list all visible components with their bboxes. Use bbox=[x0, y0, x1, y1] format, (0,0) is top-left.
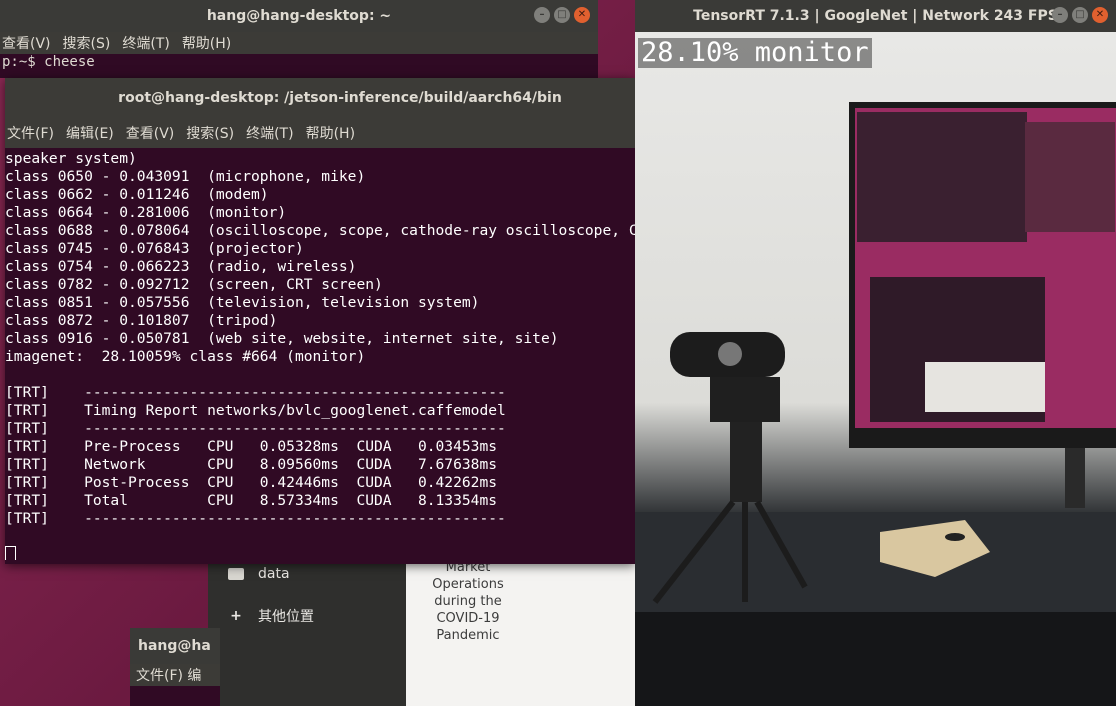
back-terminal-title: hang@hang-desktop: ~ bbox=[206, 8, 392, 24]
terminal-line: class 0851 - 0.057556 (television, telev… bbox=[5, 294, 480, 311]
small-terminal-menubar[interactable]: 文件(F) 编 bbox=[130, 664, 220, 686]
maximize-button[interactable]: □ bbox=[554, 7, 570, 23]
folder-icon bbox=[228, 568, 244, 580]
terminal-line: class 0662 - 0.011246 (modem) bbox=[5, 186, 269, 203]
front-terminal-title: root@hang-desktop: /jetson-inference/bui… bbox=[118, 90, 562, 106]
terminal-line: [TRT] Network CPU 8.09560ms CUDA 7.67638… bbox=[5, 456, 498, 473]
back-terminal-window[interactable]: hang@hang-desktop: ~ – □ ✕ 查看(V) 搜索(S) 终… bbox=[0, 0, 598, 78]
minimize-button[interactable]: – bbox=[534, 7, 550, 23]
sidebar-item-label: 其他位置 bbox=[258, 609, 314, 625]
tensorrt-title: TensorRT 7.1.3 | GoogleNet | Network 243… bbox=[693, 8, 1058, 24]
menu-terminal[interactable]: 终端(T) bbox=[246, 123, 293, 143]
terminal-line: class 0916 - 0.050781 (web site, website… bbox=[5, 330, 559, 347]
sidebar-item-data[interactable]: data bbox=[228, 566, 290, 582]
small-terminal-title: hang@ha bbox=[138, 638, 211, 654]
back-terminal-menubar: 查看(V) 搜索(S) 终端(T) 帮助(H) bbox=[0, 32, 598, 54]
maximize-button[interactable]: □ bbox=[1072, 7, 1088, 23]
classification-overlay: 28.10% monitor bbox=[638, 38, 872, 68]
terminal-output[interactable]: speaker system) class 0650 - 0.043091 (mi… bbox=[5, 148, 635, 560]
front-terminal-titlebar[interactable]: root@hang-desktop: /jetson-inference/bui… bbox=[5, 78, 635, 118]
menu-help[interactable]: 帮助(H) bbox=[182, 33, 231, 53]
terminal-line: class 0872 - 0.101807 (tripod) bbox=[5, 312, 278, 329]
menu-view[interactable]: 查看(V) bbox=[2, 33, 51, 53]
terminal-line: class 0782 - 0.092712 (screen, CRT scree… bbox=[5, 276, 383, 293]
menu-edit[interactable]: 编辑(E) bbox=[66, 123, 114, 143]
front-terminal-menubar: 文件(F) 编辑(E) 查看(V) 搜索(S) 终端(T) 帮助(H) bbox=[5, 118, 635, 148]
terminal-line: [TRT] Post-Process CPU 0.42446ms CUDA 0.… bbox=[5, 474, 498, 491]
terminal-line: class 0650 - 0.043091 (microphone, mike) bbox=[5, 168, 366, 185]
menu-search[interactable]: 搜索(S) bbox=[186, 123, 234, 143]
terminal-line: class 0745 - 0.076843 (projector) bbox=[5, 240, 304, 257]
menu-file[interactable]: 文件(F) bbox=[7, 123, 54, 143]
terminal-line: class 0688 - 0.078064 (oscilloscope, sco… bbox=[5, 222, 635, 239]
small-terminal-window[interactable]: hang@ha 文件(F) 编 bbox=[130, 628, 220, 706]
tensorrt-titlebar[interactable]: TensorRT 7.1.3 | GoogleNet | Network 243… bbox=[635, 0, 1116, 32]
close-button[interactable]: ✕ bbox=[574, 7, 590, 23]
sidebar-item-label: data bbox=[258, 566, 290, 582]
back-terminal-prompt: p:~$ cheese bbox=[2, 54, 95, 70]
terminal-line: [TRT] Pre-Process CPU 0.05328ms CUDA 0.0… bbox=[5, 438, 498, 455]
terminal-line: speaker system) bbox=[5, 150, 137, 167]
terminal-line: class 0754 - 0.066223 (radio, wireless) bbox=[5, 258, 357, 275]
terminal-line: [TRT] ----------------------------------… bbox=[5, 420, 506, 437]
tensorrt-window[interactable]: TensorRT 7.1.3 | GoogleNet | Network 243… bbox=[635, 0, 1116, 706]
menu-view[interactable]: 查看(V) bbox=[126, 123, 175, 143]
sidebar-item-other-locations[interactable]: + 其他位置 bbox=[228, 606, 314, 626]
terminal-line: class 0664 - 0.281006 (monitor) bbox=[5, 204, 287, 221]
terminal-line: [TRT] Timing Report networks/bvlc_google… bbox=[5, 402, 506, 419]
text-cursor bbox=[5, 546, 16, 560]
back-terminal-titlebar[interactable]: hang@hang-desktop: ~ – □ ✕ bbox=[0, 0, 598, 32]
menu-terminal[interactable]: 终端(T) bbox=[122, 33, 169, 53]
terminal-line: [TRT] Total CPU 8.57334ms CUDA 8.13354ms bbox=[5, 492, 498, 509]
camera-feed: 28.10% monitor bbox=[635, 32, 1116, 706]
plus-icon: + bbox=[230, 608, 242, 624]
minimize-button[interactable]: – bbox=[1052, 7, 1068, 23]
terminal-line: [TRT] ----------------------------------… bbox=[5, 384, 506, 401]
small-terminal-titlebar[interactable]: hang@ha bbox=[130, 628, 220, 664]
terminal-line: imagenet: 28.10059% class #664 (monitor) bbox=[5, 348, 366, 365]
front-terminal-window[interactable]: root@hang-desktop: /jetson-inference/bui… bbox=[5, 78, 635, 564]
terminal-line: [TRT] ----------------------------------… bbox=[5, 510, 506, 527]
close-button[interactable]: ✕ bbox=[1092, 7, 1108, 23]
camera-scene bbox=[635, 102, 1116, 706]
menu-search[interactable]: 搜索(S) bbox=[63, 33, 111, 53]
menu-help[interactable]: 帮助(H) bbox=[306, 123, 355, 143]
